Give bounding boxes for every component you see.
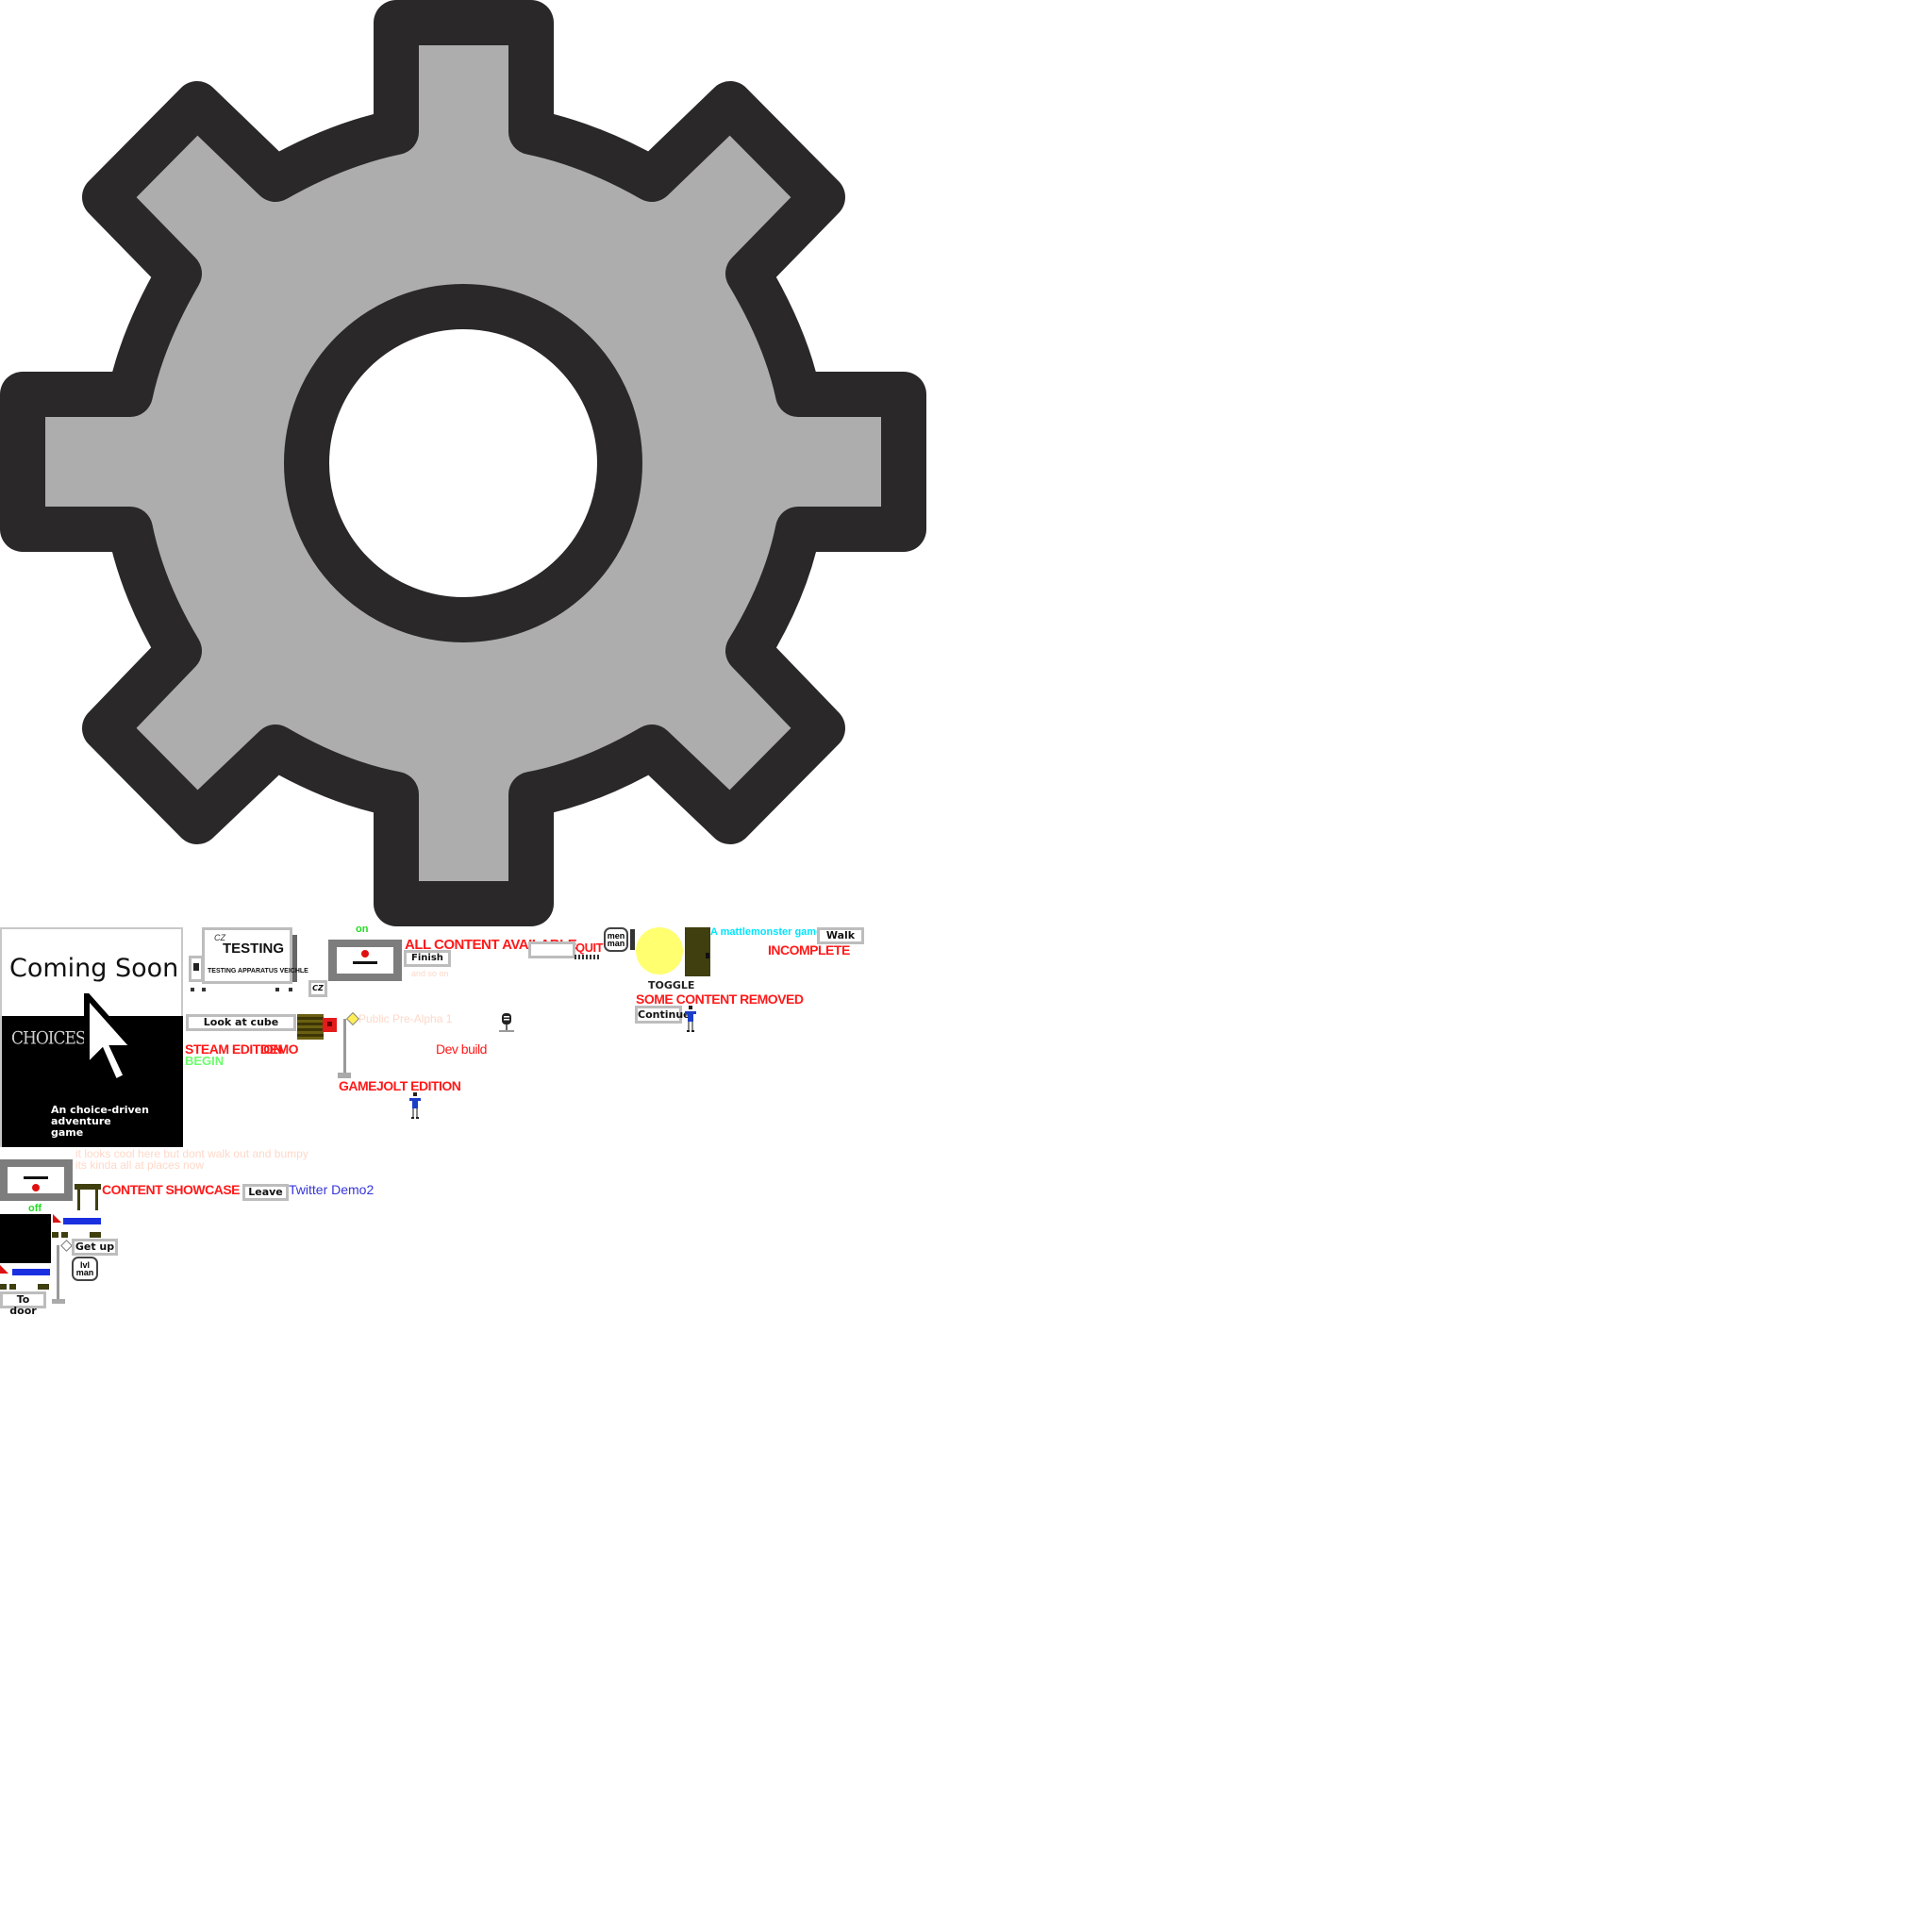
blue-bed-1 [63, 1218, 101, 1224]
monitor-led [361, 950, 369, 958]
bed-post-4 [0, 1284, 7, 1290]
begin-label[interactable]: BEGIN [185, 1054, 224, 1068]
coming-soon-poster: Coming Soon CHOICES An choice-driven adv… [0, 927, 183, 1147]
monitor-slot [353, 961, 377, 964]
player-sprite-2 [409, 1092, 421, 1119]
gamejolt-edition-label: GAMEJOLT EDITION [339, 1078, 461, 1093]
finish-button[interactable]: Finish [404, 950, 451, 967]
lamp2-pole [57, 1245, 59, 1300]
dev-build-label: Dev build [436, 1041, 487, 1057]
incomplete-label: INCOMPLETE [768, 942, 850, 958]
toggle-label[interactable]: TOGGLE [648, 979, 694, 991]
some-content-removed-label: SOME CONTENT REMOVED [636, 991, 804, 1007]
vehicle-door-knob [193, 963, 199, 971]
wheel-left [191, 988, 194, 991]
poster-tagline-3: game [51, 1126, 84, 1139]
faint-finish-note: and so on [411, 969, 449, 978]
blank-input[interactable] [528, 941, 575, 958]
bed-post-2 [61, 1232, 68, 1238]
wheel-right-2 [289, 988, 292, 991]
testing-subtitle: TESTING APPARATUS VEICHLE [208, 968, 308, 974]
demo-label: DEMO [260, 1041, 299, 1057]
wheel-right [275, 988, 279, 991]
menu-post [630, 929, 635, 950]
menu-man-badge[interactable]: men man [604, 927, 628, 952]
blue-bed-2 [12, 1269, 50, 1275]
bed-post-5 [9, 1284, 16, 1290]
cube-crate[interactable] [297, 1014, 324, 1040]
gear-hole [284, 284, 642, 642]
vehicle-side-bar [292, 935, 297, 982]
monitor-off[interactable] [0, 1159, 73, 1201]
red-cube[interactable] [323, 1018, 337, 1032]
mattlemonster-label: A mattlemonster game [710, 926, 823, 938]
on-label: on [356, 924, 369, 935]
red-cube-mark [327, 1022, 332, 1026]
black-room [0, 1214, 51, 1263]
bed-post-1 [52, 1232, 58, 1238]
testing-vehicle: CZ TESTING TESTING APPARATUS VEICHLE [189, 927, 308, 995]
faint-note-2: its kinda all at places now [75, 1158, 205, 1172]
microphone-icon [499, 1013, 514, 1032]
menu-man-line-2: man [607, 939, 625, 948]
lamp2-base [52, 1299, 65, 1304]
public-pre-alpha-label: Public Pre-Alpha 1 [358, 1012, 453, 1025]
door-knob [706, 953, 709, 958]
continue-button[interactable]: Continue [635, 1006, 691, 1024]
cursor-icon [84, 993, 141, 1087]
red-flag-2 [0, 1265, 8, 1274]
bed-post-3 [90, 1232, 101, 1238]
player-sprite-1 [685, 1006, 696, 1032]
light-bulb[interactable] [636, 927, 683, 974]
lvl-man-line-2: man [75, 1268, 94, 1277]
monitor-off-slot [24, 1176, 48, 1179]
off-label: off [28, 1203, 42, 1214]
lamp-pole [343, 1019, 346, 1074]
table-leg-l [77, 1190, 80, 1210]
testing-title: TESTING [223, 941, 285, 957]
get-up-button[interactable]: Get up [72, 1239, 118, 1256]
lamp-bulb [345, 1011, 360, 1026]
bed-post-6 [38, 1284, 49, 1290]
quit-label[interactable]: QUIT [575, 941, 604, 955]
monitor-off-led [32, 1184, 40, 1191]
cz-button[interactable]: CZ [308, 980, 327, 997]
look-at-cube-button[interactable]: Look at cube [186, 1014, 296, 1031]
door[interactable] [685, 927, 710, 976]
gear-icon[interactable] [0, 0, 928, 928]
to-door-button[interactable]: To door [0, 1291, 46, 1317]
monitor-on[interactable] [328, 940, 402, 981]
wheel-left-2 [202, 988, 206, 991]
poster-title: Coming Soon [9, 954, 179, 983]
red-flag-1 [53, 1214, 61, 1223]
lamp2-bulb [60, 1240, 73, 1252]
choices-logo: CHOICES [11, 1028, 87, 1049]
leave-button[interactable]: Leave [242, 1184, 289, 1201]
quit-underline [575, 955, 601, 959]
twitter-demo-label: Twitter Demo2 [289, 1182, 375, 1197]
lvl-man-badge[interactable]: lvl man [72, 1257, 98, 1281]
table-leg-r [95, 1190, 98, 1210]
